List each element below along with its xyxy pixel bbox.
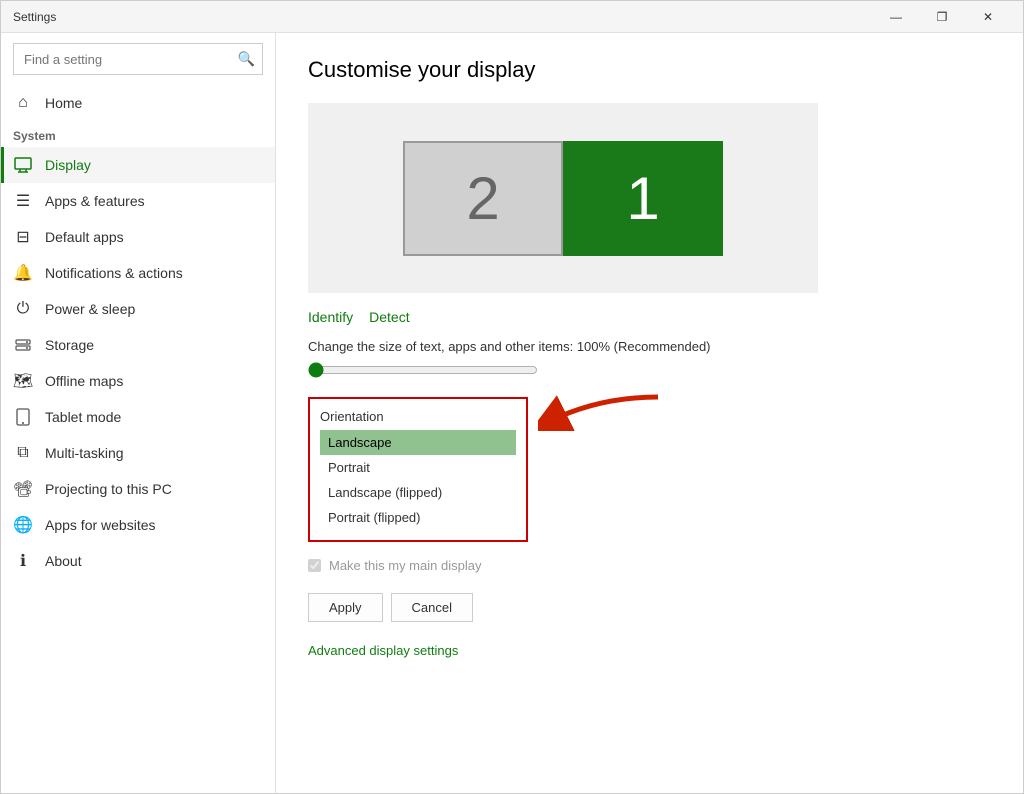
sidebar-item-tablet-mode-label: Tablet mode: [45, 409, 121, 425]
window-title: Settings: [13, 10, 56, 24]
sidebar-system-label: System: [1, 121, 275, 147]
sidebar-item-tablet-mode[interactable]: Tablet mode: [1, 399, 275, 435]
main-display-label: Make this my main display: [329, 558, 481, 573]
settings-window: Settings — ❐ ✕ 🔍 ⌂ Home System: [0, 0, 1024, 794]
multitasking-icon: ⧉: [13, 443, 33, 463]
sidebar-item-display[interactable]: Display: [1, 147, 275, 183]
orientation-label: Orientation: [320, 409, 516, 424]
sidebar-item-default-apps[interactable]: ⊟ Default apps: [1, 219, 275, 255]
sidebar-item-power[interactable]: ⏻ Power & sleep: [1, 291, 275, 327]
sidebar-item-offline-maps[interactable]: 🗺 Offline maps: [1, 363, 275, 399]
home-icon: ⌂: [13, 93, 33, 113]
identify-button[interactable]: Identify: [308, 309, 353, 325]
main-display-checkbox[interactable]: [308, 559, 321, 572]
minimize-button[interactable]: —: [873, 1, 919, 33]
main-content: Customise your display 2 1 Identify Dete…: [276, 33, 1023, 793]
maximize-button[interactable]: ❐: [919, 1, 965, 33]
sidebar-item-home[interactable]: ⌂ Home: [1, 85, 275, 121]
content-area: 🔍 ⌂ Home System Display: [1, 33, 1023, 793]
advanced-display-link[interactable]: Advanced display settings: [308, 643, 458, 658]
sidebar-item-storage[interactable]: Storage: [1, 327, 275, 363]
apps-features-icon: ☰: [13, 191, 33, 211]
window-controls: — ❐ ✕: [873, 1, 1011, 33]
sidebar-item-apps-websites-label: Apps for websites: [45, 517, 156, 533]
monitor-2-number: 2: [466, 164, 499, 233]
sidebar: 🔍 ⌂ Home System Display: [1, 33, 276, 793]
orientation-option-landscape[interactable]: Landscape: [320, 430, 516, 455]
sidebar-item-offline-maps-label: Offline maps: [45, 373, 123, 389]
projecting-icon: 📽: [13, 479, 33, 499]
sidebar-item-apps-features[interactable]: ☰ Apps & features: [1, 183, 275, 219]
apps-websites-icon: 🌐: [13, 515, 33, 535]
scale-slider-container: [308, 362, 991, 381]
apply-button[interactable]: Apply: [308, 593, 383, 622]
sidebar-item-about-label: About: [45, 553, 82, 569]
tablet-mode-icon: [13, 407, 33, 427]
red-arrow: [538, 387, 668, 457]
sidebar-item-display-label: Display: [45, 157, 91, 173]
sidebar-item-multitasking-label: Multi-tasking: [45, 445, 124, 461]
orientation-option-landscape-flipped[interactable]: Landscape (flipped): [320, 480, 516, 505]
close-button[interactable]: ✕: [965, 1, 1011, 33]
sidebar-item-storage-label: Storage: [45, 337, 94, 353]
sidebar-item-multitasking[interactable]: ⧉ Multi-tasking: [1, 435, 275, 471]
orientation-option-portrait[interactable]: Portrait: [320, 455, 516, 480]
cancel-button[interactable]: Cancel: [391, 593, 473, 622]
scale-label: Change the size of text, apps and other …: [308, 339, 991, 354]
storage-icon: [13, 335, 33, 355]
orientation-dropdown: Orientation Landscape Portrait Landscape…: [308, 397, 528, 542]
main-display-row: Make this my main display: [308, 558, 991, 573]
sidebar-item-default-apps-label: Default apps: [45, 229, 124, 245]
offline-maps-icon: 🗺: [13, 371, 33, 391]
display-icon: [13, 155, 33, 175]
display-preview: 2 1: [308, 103, 818, 293]
sidebar-item-notifications[interactable]: 🔔 Notifications & actions: [1, 255, 275, 291]
search-icon: 🔍: [238, 51, 255, 68]
sidebar-item-apps-websites[interactable]: 🌐 Apps for websites: [1, 507, 275, 543]
page-title: Customise your display: [308, 57, 991, 83]
power-icon: ⏻: [13, 299, 33, 319]
sidebar-item-notifications-label: Notifications & actions: [45, 265, 183, 281]
monitor-1-number: 1: [626, 164, 659, 233]
sidebar-item-about[interactable]: ℹ About: [1, 543, 275, 579]
orientation-option-portrait-flipped[interactable]: Portrait (flipped): [320, 505, 516, 530]
monitor-2[interactable]: 2: [403, 141, 563, 256]
display-actions: Identify Detect: [308, 309, 991, 325]
notifications-icon: 🔔: [13, 263, 33, 283]
search-box: 🔍: [13, 43, 263, 75]
sidebar-item-apps-features-label: Apps & features: [45, 193, 145, 209]
monitor-1[interactable]: 1: [563, 141, 723, 256]
sidebar-item-home-label: Home: [45, 95, 82, 111]
detect-button[interactable]: Detect: [369, 309, 409, 325]
sidebar-item-power-label: Power & sleep: [45, 301, 135, 317]
sidebar-item-projecting[interactable]: 📽 Projecting to this PC: [1, 471, 275, 507]
sidebar-item-projecting-label: Projecting to this PC: [45, 481, 172, 497]
search-input[interactable]: [13, 43, 263, 75]
about-icon: ℹ: [13, 551, 33, 571]
scale-slider[interactable]: [308, 362, 538, 378]
button-row: Apply Cancel: [308, 593, 991, 622]
default-apps-icon: ⊟: [13, 227, 33, 247]
titlebar: Settings — ❐ ✕: [1, 1, 1023, 33]
